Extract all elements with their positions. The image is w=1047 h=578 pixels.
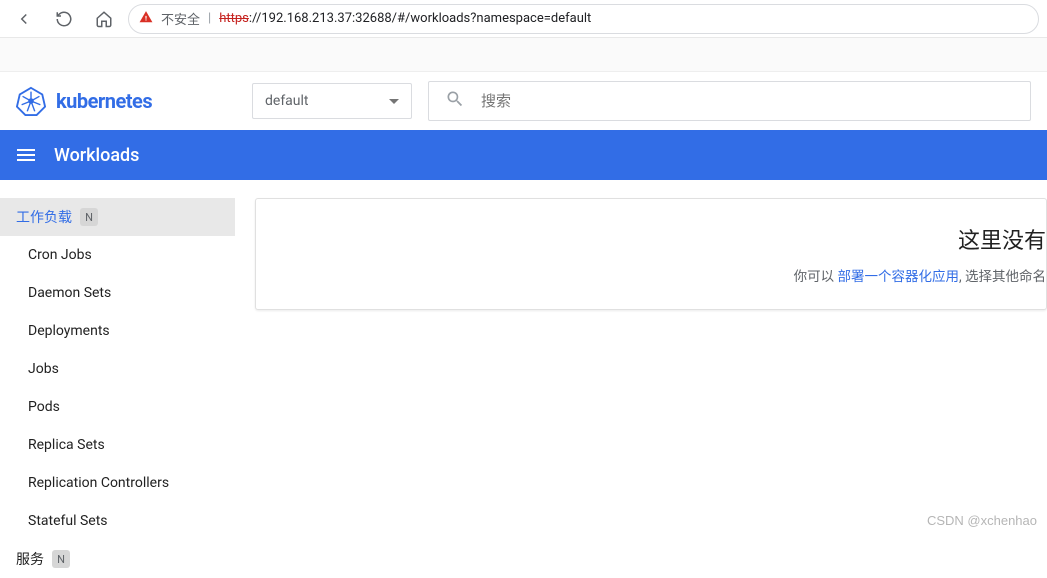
sidebar-item-cronjobs[interactable]: Cron Jobs [0,236,235,274]
empty-state-card: 这里没有 你可以 部署一个容器化应用, 选择其他命名 [255,198,1047,310]
search-input[interactable] [481,93,1014,110]
insecure-label: 不安全 [161,9,200,28]
sidebar-badge: N [52,550,70,568]
page-title: Workloads [54,145,139,166]
sidebar-item-replicationcontrollers[interactable]: Replication Controllers [0,464,235,502]
sidebar-item-statefulsets[interactable]: Stateful Sets [0,502,235,540]
sidebar-item-deployments[interactable]: Deployments [0,312,235,350]
search-icon [445,89,465,113]
sidebar-item-label: 工作负载 [16,207,72,227]
sidebar-item-workloads[interactable]: 工作负载 N [0,198,235,236]
page-toolbar: Workloads [0,130,1047,180]
main-content: 这里没有 你可以 部署一个容器化应用, 选择其他命名 [235,180,1047,578]
sidebar: 工作负载 N Cron Jobs Daemon Sets Deployments… [0,180,235,578]
namespace-select[interactable]: default [252,83,412,119]
url-text: https://192.168.213.37:32688/#/workloads… [219,11,591,26]
sidebar-item-jobs[interactable]: Jobs [0,350,235,388]
warning-icon [139,10,153,28]
menu-icon[interactable] [14,143,38,167]
brand-text: kubernetes [56,89,152,113]
brand-logo[interactable]: kubernetes [16,86,236,116]
home-button[interactable] [88,3,120,35]
separator: | [208,11,211,26]
sidebar-item-replicasets[interactable]: Replica Sets [0,426,235,464]
bookmarks-strip [0,38,1047,72]
empty-title: 这里没有 [280,223,1046,255]
sidebar-item-daemonsets[interactable]: Daemon Sets [0,274,235,312]
watermark: CSDN @xchenhao [927,513,1037,528]
app-header: kubernetes default [0,72,1047,130]
back-button[interactable] [8,3,40,35]
browser-bar: 不安全 | https://192.168.213.37:32688/#/wor… [0,0,1047,38]
sidebar-item-services[interactable]: 服务 N [0,540,235,578]
sidebar-item-pods[interactable]: Pods [0,388,235,426]
url-bar[interactable]: 不安全 | https://192.168.213.37:32688/#/wor… [128,4,1039,34]
kubernetes-icon [16,86,46,116]
deploy-link[interactable]: 部署一个容器化应用 [837,269,959,285]
empty-description: 你可以 部署一个容器化应用, 选择其他命名 [280,265,1046,285]
reload-button[interactable] [48,3,80,35]
search-box[interactable] [428,81,1031,121]
chevron-down-icon [389,93,399,109]
sidebar-item-label: 服务 [16,549,44,569]
namespace-value: default [265,93,309,109]
sidebar-badge: N [80,208,98,226]
